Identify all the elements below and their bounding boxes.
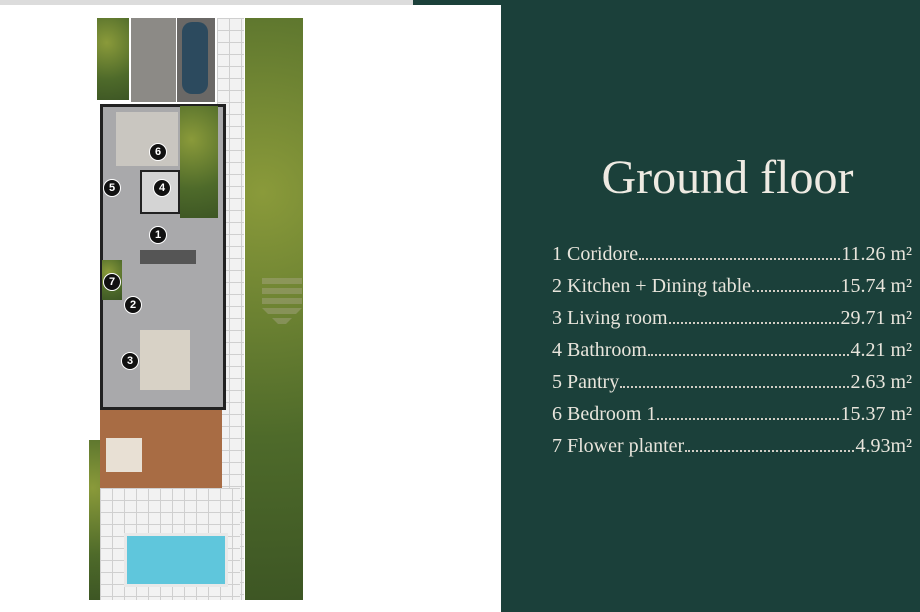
room-area: 15.37 m² — [840, 402, 912, 425]
watermark-logo-icon — [262, 278, 302, 328]
leader-dots — [752, 274, 840, 292]
room-label: 7 Flower planter — [552, 434, 685, 457]
room-marker-6: 6 — [149, 143, 167, 161]
leader-dots — [620, 370, 850, 388]
room-area: 29.71 m² — [840, 306, 912, 329]
driveway — [131, 18, 176, 102]
room-label: 2 Kitchen + Dining table — [552, 274, 752, 297]
room-row: 3 Living room 29.71 m² — [552, 302, 912, 334]
room-row: 1 Coridore 11.26 m² — [552, 238, 912, 270]
leader-dots — [685, 434, 855, 452]
living-area — [140, 330, 190, 390]
room-area: 2.63 m² — [850, 370, 912, 393]
room-label: 6 Bedroom 1 — [552, 402, 657, 425]
leader-dots — [657, 402, 840, 420]
page-title: Ground floor — [601, 151, 854, 204]
room-label: 5 Pantry — [552, 370, 620, 393]
leader-dots — [668, 306, 840, 324]
room-marker-5: 5 — [103, 179, 121, 197]
room-row: 4 Bathroom 4.21 m² — [552, 334, 912, 366]
room-area: 15.74 m² — [840, 274, 912, 297]
room-label: 4 Bathroom — [552, 338, 647, 361]
watermark-text: VILLA — [320, 278, 470, 327]
courtyard-plants — [180, 106, 218, 218]
pool — [124, 533, 228, 587]
room-label: 1 Coridore — [552, 242, 639, 265]
leader-dots — [639, 242, 841, 260]
room-row: 5 Pantry 2.63 m² — [552, 366, 912, 398]
outdoor-table — [106, 438, 142, 472]
car-icon — [182, 22, 208, 94]
room-label: 3 Living room — [552, 306, 668, 329]
room-marker-1: 1 — [149, 226, 167, 244]
room-marker-7: 7 — [103, 273, 121, 291]
room-row: 2 Kitchen + Dining table 15.74 m² — [552, 270, 912, 302]
bedroom-area — [116, 112, 178, 166]
room-area: 4.21 m² — [850, 338, 912, 361]
room-marker-4: 4 — [153, 179, 171, 197]
room-area: 4.93m² — [855, 434, 912, 457]
room-marker-2: 2 — [124, 296, 142, 314]
room-list: 1 Coridore 11.26 m² 2 Kitchen + Dining ta… — [552, 238, 912, 462]
room-area: 11.26 m² — [841, 242, 912, 265]
room-row: 6 Bedroom 1 15.37 m² — [552, 398, 912, 430]
room-marker-3: 3 — [121, 352, 139, 370]
leader-dots — [648, 338, 850, 356]
room-row: 7 Flower planter 4.93m² — [552, 430, 912, 462]
watermark: VILLA — [262, 278, 470, 328]
hedge-left — [97, 18, 129, 100]
kitchen-counter — [140, 250, 196, 264]
